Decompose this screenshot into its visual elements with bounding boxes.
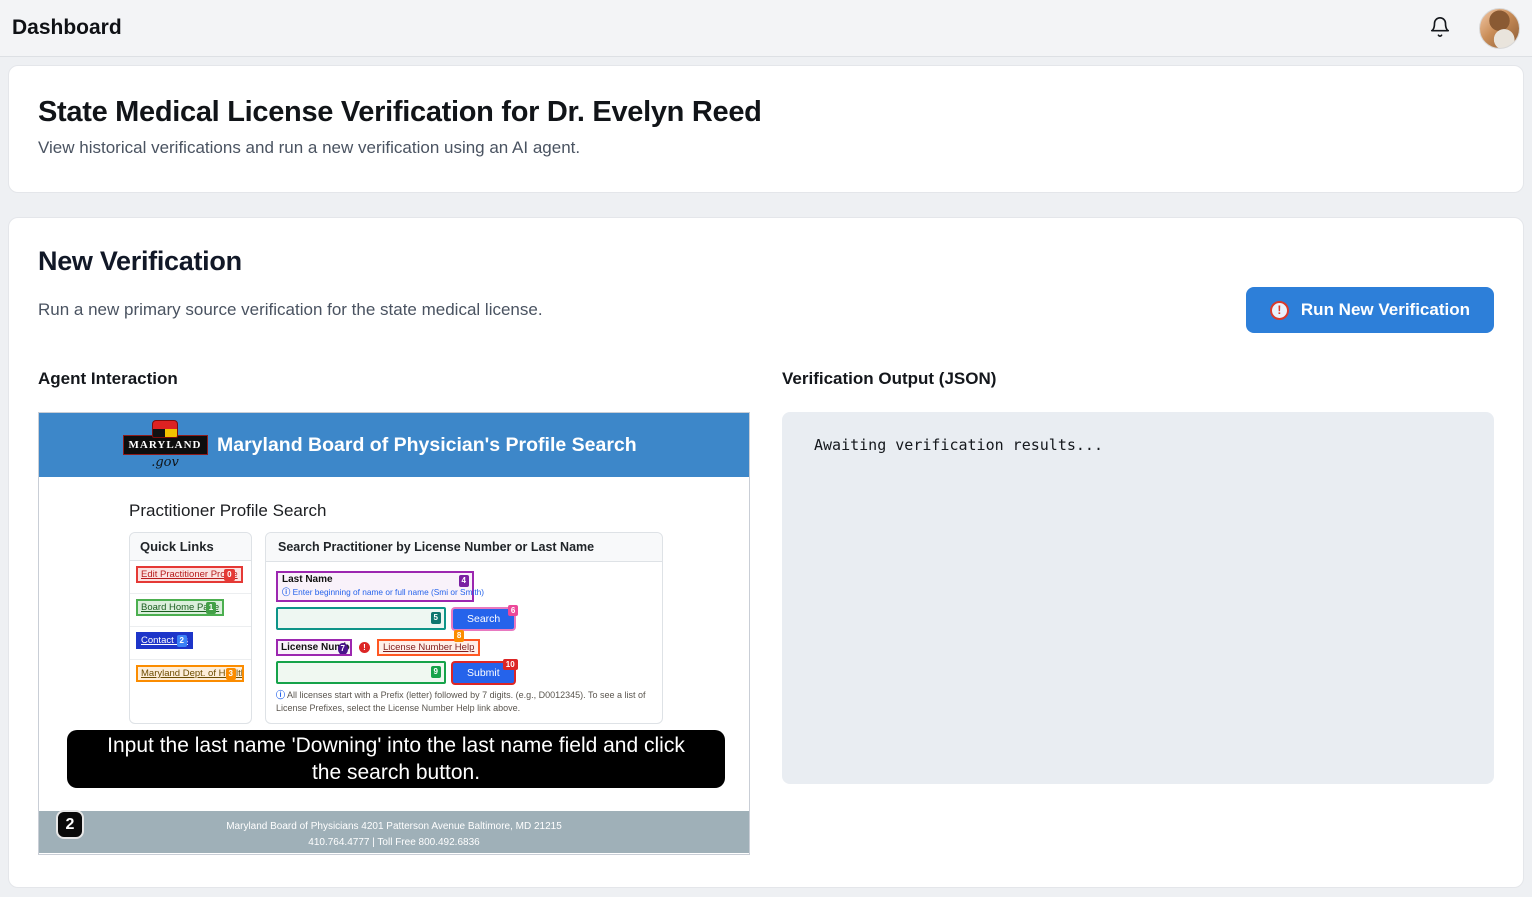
maryland-site-header: MARYLAND .gov Maryland Board of Physicia… <box>39 413 749 477</box>
license-number-label: License Number 7 <box>276 639 352 656</box>
link-contact-us[interactable]: Contact Us 2 <box>136 632 193 649</box>
last-name-label-block: Last Name ⓘ Enter beginning of name or f… <box>276 571 474 602</box>
quick-links-panel: Quick Links Edit Practitioner Profile 0 … <box>129 532 252 724</box>
license-number-help-link[interactable]: License Number Help 8 <box>377 639 480 656</box>
footer-phone: 410.764.4777 | Toll Free 800.492.6836 <box>39 835 749 851</box>
new-verification-description: Run a new primary source verification fo… <box>38 300 543 320</box>
quick-links-title: Quick Links <box>130 533 251 561</box>
license-number-input[interactable]: 9 <box>276 661 446 684</box>
topbar: Dashboard <box>0 0 1532 57</box>
link-edit-practitioner-profile[interactable]: Edit Practitioner Profile 0 <box>136 566 243 583</box>
search-panel-body: Last Name ⓘ Enter beginning of name or f… <box>266 562 662 723</box>
bell-icon <box>1429 16 1451 41</box>
maryland-logo-gov: .gov <box>151 455 179 470</box>
verification-header-card: State Medical License Verification for D… <box>8 65 1524 193</box>
notifications-button[interactable] <box>1423 11 1457 45</box>
step-number-badge: 2 <box>56 810 84 839</box>
maryland-crest-icon <box>152 420 178 438</box>
agent-browser-screenshot: MARYLAND .gov Maryland Board of Physicia… <box>38 412 750 855</box>
list-item: Maryland Dept. of Health 3 <box>130 660 251 692</box>
page-title: Dashboard <box>12 16 122 40</box>
broken-image-icon: ! <box>1270 301 1289 320</box>
info-icon: ⓘ <box>276 690 285 700</box>
search-button[interactable]: Search 6 <box>453 609 514 629</box>
som-badge-5: 5 <box>431 612 441 624</box>
som-badge-2: 2 <box>177 635 187 647</box>
list-item: Board Home Page 1 <box>130 594 251 627</box>
description-row: Run a new primary source verification fo… <box>38 287 1494 333</box>
new-verification-title: New Verification <box>38 246 1494 277</box>
alert-icon: ! <box>359 642 370 653</box>
verification-subtitle: View historical verifications and run a … <box>38 138 1494 158</box>
som-badge-3: 3 <box>226 668 236 680</box>
maryland-site-footer: Maryland Board of Physicians 4201 Patter… <box>39 811 749 853</box>
maryland-logo-text: MARYLAND <box>123 435 208 455</box>
verification-output-heading: Verification Output (JSON) <box>782 369 1494 389</box>
maryland-gov-logo: MARYLAND .gov <box>127 420 203 470</box>
last-name-label: Last Name <box>282 574 468 585</box>
som-badge-6: 6 <box>508 605 518 617</box>
som-badge-9: 9 <box>431 666 441 678</box>
som-badge-0: 0 <box>224 569 234 581</box>
license-number-row: 9 Submit 10 <box>276 661 652 684</box>
agent-interaction-column: Agent Interaction MARYLAND .gov Maryland… <box>38 369 750 855</box>
verification-output-box: Awaiting verification results... <box>782 412 1494 784</box>
last-name-input[interactable]: 5 <box>276 607 446 630</box>
som-badge-8: 8 <box>454 630 464 642</box>
license-note: ⓘ All licenses start with a Prefix (lett… <box>276 689 658 715</box>
agent-instruction-overlay: Input the last name 'Downing' into the l… <box>67 730 725 788</box>
verification-output-column: Verification Output (JSON) Awaiting veri… <box>782 369 1494 855</box>
info-icon: ⓘ <box>282 587 290 597</box>
list-item: Contact Us 2 <box>130 627 251 660</box>
verification-title: State Medical License Verification for D… <box>38 96 1494 129</box>
practitioner-search-title: Practitioner Profile Search <box>129 501 326 521</box>
search-practitioner-panel: Search Practitioner by License Number or… <box>265 532 663 724</box>
search-panels: Quick Links Edit Practitioner Profile 0 … <box>129 532 663 724</box>
som-badge-1: 1 <box>206 602 216 614</box>
agent-interaction-heading: Agent Interaction <box>38 369 750 389</box>
link-maryland-dept-health[interactable]: Maryland Dept. of Health 3 <box>136 665 244 682</box>
last-name-row: 5 Search 6 <box>276 607 652 630</box>
main-content: State Medical License Verification for D… <box>0 57 1532 896</box>
search-panel-title: Search Practitioner by License Number or… <box>266 533 662 562</box>
som-badge-4: 4 <box>459 575 469 587</box>
license-label-row: License Number 7 ! License Number Help 8 <box>276 639 652 656</box>
link-board-home-page[interactable]: Board Home Page 1 <box>136 599 224 616</box>
run-new-verification-button[interactable]: ! Run New Verification <box>1246 287 1494 333</box>
new-verification-card: New Verification Run a new primary sourc… <box>8 217 1524 888</box>
two-column-layout: Agent Interaction MARYLAND .gov Maryland… <box>38 369 1494 855</box>
submit-button[interactable]: Submit 10 <box>453 663 514 683</box>
footer-address: Maryland Board of Physicians 4201 Patter… <box>39 819 749 835</box>
som-badge-7: 7 <box>338 643 348 655</box>
last-name-hint: ⓘ Enter beginning of name or full name (… <box>282 586 468 598</box>
user-avatar[interactable] <box>1479 8 1520 49</box>
run-button-label: Run New Verification <box>1301 300 1470 320</box>
list-item: Edit Practitioner Profile 0 <box>130 561 251 594</box>
som-badge-10: 10 <box>503 659 518 671</box>
awaiting-results-text: Awaiting verification results... <box>814 436 1103 454</box>
site-header-title: Maryland Board of Physician's Profile Se… <box>217 434 637 457</box>
